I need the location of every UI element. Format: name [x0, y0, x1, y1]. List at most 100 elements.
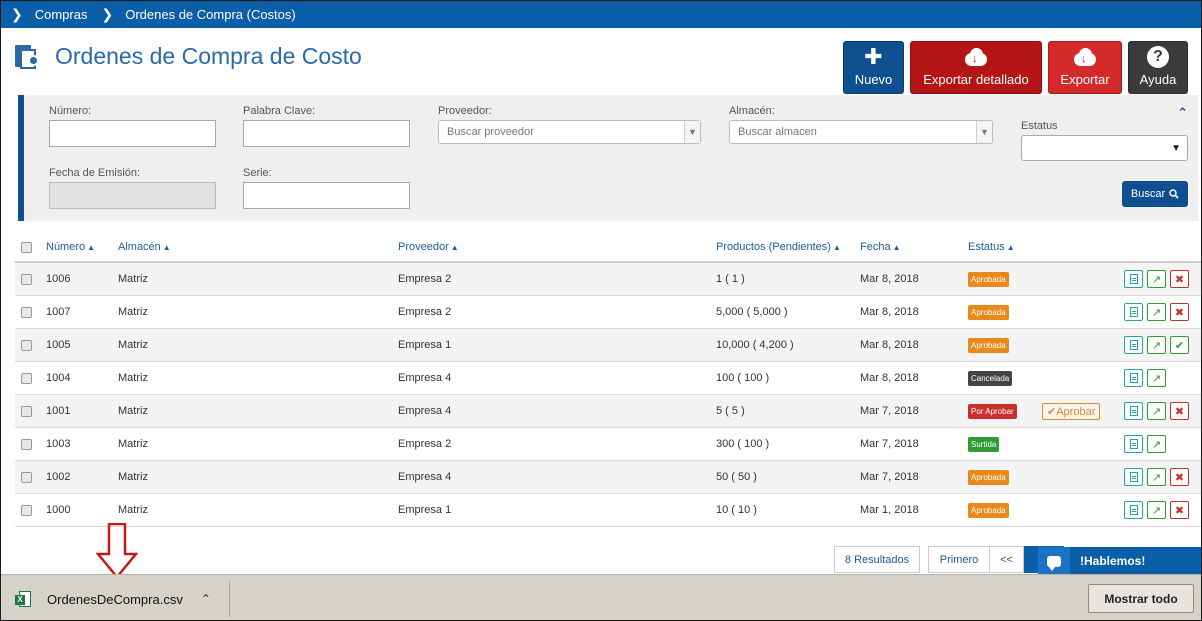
external-link-icon[interactable]: ↗: [1147, 468, 1166, 486]
row-checkbox[interactable]: [21, 339, 32, 351]
cell-productos: 10,000 ( 4,200 ): [716, 339, 794, 351]
cell-proveedor: Empresa 4: [398, 471, 452, 483]
approve-check-icon[interactable]: ✔: [1170, 336, 1189, 354]
status-badge: Aprobada: [968, 271, 1009, 287]
row-checkbox[interactable]: [21, 405, 32, 417]
table-row[interactable]: 1003 Matriz Empresa 2 300 ( 100 ) Mar 7, 201…: [15, 428, 1201, 461]
approve-button[interactable]: ✔Aprobar: [1042, 402, 1101, 420]
header-productos[interactable]: Productos (Pendientes) ▲︎: [716, 241, 860, 253]
pdf-icon[interactable]: [1124, 501, 1143, 519]
table-row[interactable]: 1006 Matriz Empresa 2 1 ( 1 ) Mar 8, 2018 Apr…: [15, 263, 1201, 296]
cell-fecha: Mar 8, 2018: [860, 339, 919, 351]
separator: [229, 581, 230, 617]
external-link-icon[interactable]: ↗: [1147, 336, 1166, 354]
delete-icon[interactable]: ✖: [1170, 468, 1189, 486]
delete-icon[interactable]: ✖: [1170, 270, 1189, 288]
show-all-button[interactable]: Mostrar todo: [1088, 584, 1194, 613]
help-button[interactable]: ? Ayuda: [1128, 41, 1188, 94]
header-numero[interactable]: Número ▲︎: [46, 241, 118, 253]
delete-icon[interactable]: ✖: [1170, 501, 1189, 519]
table-row[interactable]: 1005 Matriz Empresa 1 10,000 ( 4,200 ) Mar 8…: [15, 329, 1201, 362]
table-row[interactable]: 1004 Matriz Empresa 4 100 ( 100 ) Mar 8, 201…: [15, 362, 1201, 395]
external-link-icon[interactable]: ↗: [1147, 303, 1166, 321]
date-label: Fecha de Emisión:: [49, 167, 141, 179]
approve-button-label: Aprobar: [1056, 405, 1096, 418]
page-first-button[interactable]: Primero: [928, 546, 990, 573]
status-badge: Aprobada: [968, 469, 1009, 485]
keyword-label: Palabra Clave:: [243, 105, 316, 117]
row-checkbox[interactable]: [21, 504, 32, 516]
row-checkbox[interactable]: [21, 372, 32, 384]
header-fecha[interactable]: Fecha ▲︎: [860, 241, 968, 253]
header-fecha-label: Fecha: [860, 241, 891, 253]
search-button[interactable]: Buscar: [1122, 181, 1188, 207]
pdf-icon[interactable]: [1124, 369, 1143, 387]
external-link-icon[interactable]: ↗: [1147, 435, 1166, 453]
warehouse-select[interactable]: Buscar almacen ▼: [729, 120, 993, 144]
supplier-select[interactable]: Buscar proveedor ▼: [438, 120, 701, 144]
header-almacen[interactable]: Almacén ▲︎: [118, 241, 398, 253]
question-icon: ?: [1147, 46, 1169, 68]
header-estatus[interactable]: Estatus ▲︎: [968, 241, 1042, 253]
pdf-icon[interactable]: [1124, 402, 1143, 420]
header-proveedor[interactable]: Proveedor ▲︎: [398, 241, 716, 253]
row-checkbox[interactable]: [21, 273, 32, 285]
delete-icon[interactable]: ✖: [1170, 402, 1189, 420]
pdf-icon[interactable]: [1124, 336, 1143, 354]
chevron-up-icon[interactable]: ⌃: [201, 592, 211, 606]
new-button[interactable]: ✚ Nuevo: [843, 41, 904, 94]
breadcrumb-compras[interactable]: Compras: [35, 7, 88, 22]
search-icon: [1169, 189, 1179, 199]
cell-numero: 1005: [46, 339, 71, 351]
caret-down-icon: ▼: [976, 121, 992, 143]
chevron-right-icon: ❯: [101, 6, 114, 22]
row-checkbox[interactable]: [21, 438, 32, 450]
caret-down-icon: ▼: [684, 121, 700, 143]
pdf-icon[interactable]: [1124, 303, 1143, 321]
pdf-icon[interactable]: [1124, 270, 1143, 288]
new-button-label: Nuevo: [854, 72, 893, 87]
keyword-input[interactable]: [243, 120, 410, 147]
date-input[interactable]: [49, 182, 216, 209]
table-row[interactable]: 1002 Matriz Empresa 4 50 ( 50 ) Mar 7, 2018 A…: [15, 461, 1201, 494]
table-row[interactable]: 1000 Matriz Empresa 1 10 ( 10 ) Mar 1, 2018 A…: [15, 494, 1201, 527]
select-all-checkbox[interactable]: [21, 241, 32, 253]
cell-fecha: Mar 8, 2018: [860, 273, 919, 285]
serie-label: Serie:: [243, 167, 272, 179]
breadcrumb-current[interactable]: Ordenes de Compra (Costos): [125, 7, 296, 22]
export-button[interactable]: ↓ Exportar: [1048, 41, 1122, 94]
row-checkbox[interactable]: [21, 306, 32, 318]
down-arrow-annotation-icon: [96, 523, 138, 579]
external-link-icon[interactable]: ↗: [1147, 501, 1166, 519]
numero-input[interactable]: [49, 120, 216, 147]
serie-filter: Serie:: [243, 167, 410, 209]
pdf-icon[interactable]: [1124, 435, 1143, 453]
download-bar: X OrdenesDeCompra.csv ⌃ Mostrar todo: [1, 574, 1201, 620]
external-link-icon[interactable]: ↗: [1147, 402, 1166, 420]
status-badge: Surtida: [968, 436, 1000, 452]
keyword-filter: Palabra Clave:: [243, 105, 410, 147]
page-prev-button[interactable]: <<: [990, 546, 1024, 573]
table-row[interactable]: 1007 Matriz Empresa 2 5,000 ( 5,000 ) Mar 8,…: [15, 296, 1201, 329]
check-icon: ✔: [1047, 405, 1057, 418]
download-item[interactable]: X OrdenesDeCompra.csv ⌃: [15, 575, 211, 620]
serie-input[interactable]: [243, 182, 410, 209]
status-label: Estatus: [1021, 120, 1058, 132]
cell-proveedor: Empresa 2: [398, 438, 452, 450]
cell-productos: 300 ( 100 ): [716, 438, 770, 450]
status-select[interactable]: ▼: [1021, 135, 1188, 161]
pdf-icon[interactable]: [1124, 468, 1143, 486]
delete-icon[interactable]: ✖: [1170, 303, 1189, 321]
header-estatus-label: Estatus: [968, 241, 1005, 253]
table-row[interactable]: 1001 Matriz Empresa 4 5 ( 5 ) Mar 7, 2018 Por…: [15, 395, 1201, 428]
date-filter: Fecha de Emisión:: [49, 167, 216, 209]
chat-widget[interactable]: !Hablemos!: [1038, 547, 1201, 575]
export-detailed-button[interactable]: ↓ Exportar detallado: [910, 41, 1042, 94]
status-badge: Aprobada: [968, 304, 1009, 320]
warehouse-filter: Almacén: Buscar almacen ▼: [729, 105, 993, 144]
external-link-icon[interactable]: ↗: [1147, 369, 1166, 387]
cell-productos: 5,000 ( 5,000 ): [716, 306, 788, 318]
row-checkbox[interactable]: [21, 471, 32, 483]
external-link-icon[interactable]: ↗: [1147, 270, 1166, 288]
chevron-up-icon[interactable]: ⌃: [1177, 105, 1188, 121]
